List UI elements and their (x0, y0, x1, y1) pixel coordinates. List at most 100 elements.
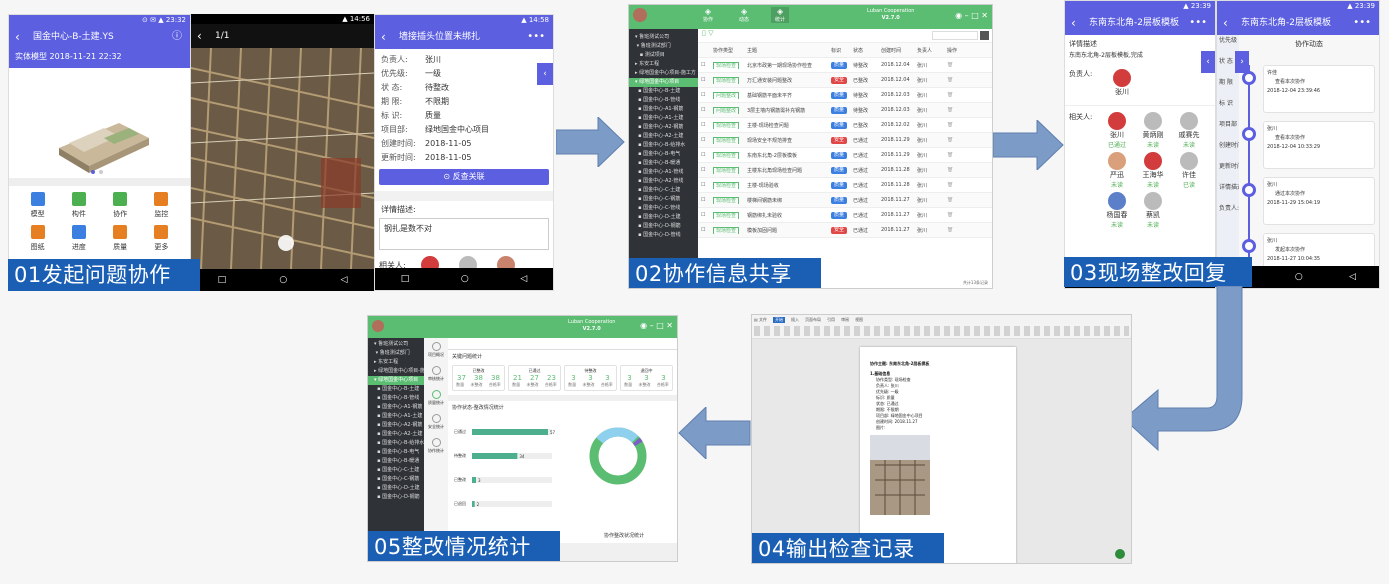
delete-icon[interactable]: 🗑 (944, 227, 968, 233)
sidebar-item[interactable]: ▪ 国金中心-C-钢筋 (368, 475, 424, 484)
menu-layout[interactable]: 页面布局 (805, 317, 821, 323)
sidebar-item[interactable]: ▸ 绿地国金中心项目-施工方 (368, 367, 424, 376)
table-row[interactable]: ☐ 现场检查 楼梯间钢筋未绑 质量 已通过 2018.11.27 张川 🗑 (698, 193, 992, 208)
sidebar-item[interactable]: ▪ 国金中心-B-暖通 (368, 457, 424, 466)
sidebar-item[interactable]: ▪ 国金中心-A2-管线 (629, 177, 698, 186)
tab-2[interactable]: ◈ 统计 (771, 7, 790, 23)
owner-person[interactable]: 张川 (1103, 69, 1141, 97)
desc-box[interactable]: 钢扎是数不对 (379, 218, 549, 250)
menu-ref[interactable]: 引用 (827, 317, 835, 323)
collapse-button[interactable]: › (1235, 51, 1249, 73)
window-controls[interactable]: ◉ – □ ✕ (955, 11, 988, 20)
row-checkbox[interactable]: ☐ (698, 122, 710, 128)
delete-icon[interactable]: 🗑 (944, 62, 968, 68)
sidebar-item-active[interactable]: ▾ 绿地国金中心项目 (368, 376, 424, 385)
delete-icon[interactable]: 🗑 (944, 182, 968, 188)
feature-6[interactable]: 质量 (100, 225, 141, 252)
side-expand-button[interactable]: ‹ (537, 63, 553, 85)
table-row[interactable]: ☐ 现场检查 钢筋绑扎未验收 质量 已通过 2018.11.27 张川 🗑 (698, 208, 992, 223)
view-toggle[interactable] (980, 31, 989, 40)
back-icon[interactable]: ‹ (381, 25, 386, 49)
row-checkbox[interactable]: ☐ (698, 212, 710, 218)
delete-icon[interactable]: 🗑 (944, 212, 968, 218)
sidebar-item[interactable]: ▸ 东安工程 (629, 60, 698, 69)
stats-nav-item[interactable]: 安全统计 (424, 414, 448, 430)
delete-icon[interactable]: 🗑 (944, 92, 968, 98)
sidebar-item-active[interactable]: ▾ 绿地国金中心项目 (629, 78, 698, 87)
stats-nav-item[interactable]: 项目概况 (424, 342, 448, 358)
delete-icon[interactable]: 🗑 (944, 137, 968, 143)
window-controls[interactable]: ◉ – □ ✕ (640, 321, 673, 330)
reverse-link-button[interactable]: ⊙ 反查关联 (379, 169, 549, 185)
row-checkbox[interactable]: ☐ (698, 77, 710, 83)
sidebar-item[interactable]: ▪ 国金中心-A1-钢筋 (629, 105, 698, 114)
sidebar-item[interactable]: ▪ 国金中心-C-管线 (629, 204, 698, 213)
sidebar-item[interactable]: ▪ 国金中心-A1-土建 (629, 114, 698, 123)
feature-3[interactable]: 监控 (141, 192, 182, 219)
menu-file[interactable]: ▤ 文件 (754, 317, 767, 323)
menu-view[interactable]: 视图 (855, 317, 863, 323)
sidebar-item[interactable]: ▪ 国金中心-B-管线 (368, 394, 424, 403)
document-page[interactable]: 协作主题: 东南东北角-2层板模板 1.基础信息 协作类型: 现场检查 负责人: … (860, 347, 1016, 563)
row-checkbox[interactable]: ☐ (698, 107, 710, 113)
search-input[interactable] (932, 31, 978, 40)
back-icon[interactable]: ‹ (197, 24, 202, 48)
sidebar-item[interactable]: ▪ 国金中心-B-电气 (629, 150, 698, 159)
sidebar-item[interactable]: ▾ 鲁班测试公司 (629, 33, 698, 42)
bar[interactable] (472, 477, 476, 483)
row-checkbox[interactable]: ☐ (698, 197, 710, 203)
more-icon[interactable]: ••• (1189, 11, 1207, 35)
related-person[interactable]: 许佳 已读 (1171, 152, 1207, 189)
feature-2[interactable]: 协作 (100, 192, 141, 219)
related-person[interactable]: 黄炳刚 未读 (1135, 112, 1171, 149)
sidebar-item[interactable]: ▪ 国金中心-B-给排水 (368, 439, 424, 448)
delete-icon[interactable]: 🗑 (944, 77, 968, 83)
menu-insert[interactable]: 插入 (791, 317, 799, 323)
feature-7[interactable]: 更多 (141, 225, 182, 252)
related-person[interactable]: 王海华 未读 (1135, 152, 1171, 189)
table-row[interactable]: ☐ 问题整改 基础钢筋平面未平齐 质量 待整改 2018.12.03 张川 🗑 (698, 88, 992, 103)
related-person[interactable]: 张川 已通过 (1099, 112, 1135, 149)
bar[interactable] (472, 453, 518, 459)
table-row[interactable]: ☐ 现场检查 主楼东北角现场检查问题 质量 已通过 2018.11.28 张川 🗑 (698, 163, 992, 178)
feature-4[interactable]: 图纸 (17, 225, 58, 252)
user-avatar[interactable] (633, 8, 647, 22)
table-row[interactable]: ☐ 问题整改 3层主墙内钢筋需补充钢筋 质量 待整改 2018.12.03 张川 🗑 (698, 103, 992, 118)
table-row[interactable]: ☐ 现场检查 东南东北角-2层板模板 质量 已通过 2018.11.29 张川 🗑 (698, 148, 992, 163)
sidebar-item[interactable]: ▪ 国金中心-B-土建 (629, 87, 698, 96)
delete-icon[interactable]: 🗑 (944, 197, 968, 203)
sidebar-item[interactable]: ▪ 国金中心-D-钢筋 (629, 222, 698, 231)
row-checkbox[interactable]: ☐ (698, 62, 710, 68)
table-row[interactable]: ☐ 现场检查 主楼-现场验收 质量 已通过 2018.11.28 张川 🗑 (698, 178, 992, 193)
stats-nav-item[interactable]: 协作统计 (424, 438, 448, 454)
timeline-card[interactable]: 许佳 查看本次协作 2018-12-04 23:39:46 (1263, 65, 1375, 113)
row-checkbox[interactable]: ☐ (698, 227, 710, 233)
more-icon[interactable]: ••• (1353, 11, 1371, 35)
tab-1[interactable]: ◈ 动态 (735, 7, 753, 23)
delete-icon[interactable]: 🗑 (944, 167, 968, 173)
table-row[interactable]: ☐ 现场检查 北京市政第一期现场协作检查 质量 待整改 2018.12.04 张川 🗑 (698, 58, 992, 73)
phone-icon[interactable]: ▯ (702, 29, 706, 37)
info-icon[interactable]: ⓘ (172, 25, 182, 49)
delete-icon[interactable]: 🗑 (944, 107, 968, 113)
sidebar-item[interactable]: ▪ 测试项目 (629, 51, 698, 60)
table-row[interactable]: ☐ 现场检查 万汇通安装问题整改 安全 已整改 2018.12.04 张川 🗑 (698, 73, 992, 88)
delete-icon[interactable]: 🗑 (944, 122, 968, 128)
menu-start[interactable]: 开始 (773, 317, 786, 323)
row-checkbox[interactable]: ☐ (698, 167, 710, 173)
sidebar-item[interactable]: ▪ 国金中心-D-钢筋 (368, 493, 424, 502)
sidebar-item[interactable]: ▸ 东安工程 (368, 358, 424, 367)
sidebar-item[interactable]: ▪ 国金中心-C-土建 (629, 186, 698, 195)
related-person[interactable]: 严迅 未读 (1099, 152, 1135, 189)
related-person[interactable]: 蔡凯 未读 (1135, 192, 1171, 229)
sidebar-item[interactable]: ▪ 国金中心-B-给排水 (629, 141, 698, 150)
menu-review[interactable]: 审阅 (841, 317, 849, 323)
row-checkbox[interactable]: ☐ (698, 152, 710, 158)
user-avatar[interactable] (372, 320, 384, 332)
row-checkbox[interactable]: ☐ (698, 92, 710, 98)
model-viewer[interactable] (9, 68, 190, 178)
sidebar-item[interactable]: ▾ 鲁班测试部门 (368, 349, 424, 358)
row-checkbox[interactable]: ☐ (698, 182, 710, 188)
sidebar-item[interactable]: ▪ 国金中心-B-电气 (368, 448, 424, 457)
sidebar-item[interactable]: ▪ 国金中心-A1-管线 (629, 168, 698, 177)
